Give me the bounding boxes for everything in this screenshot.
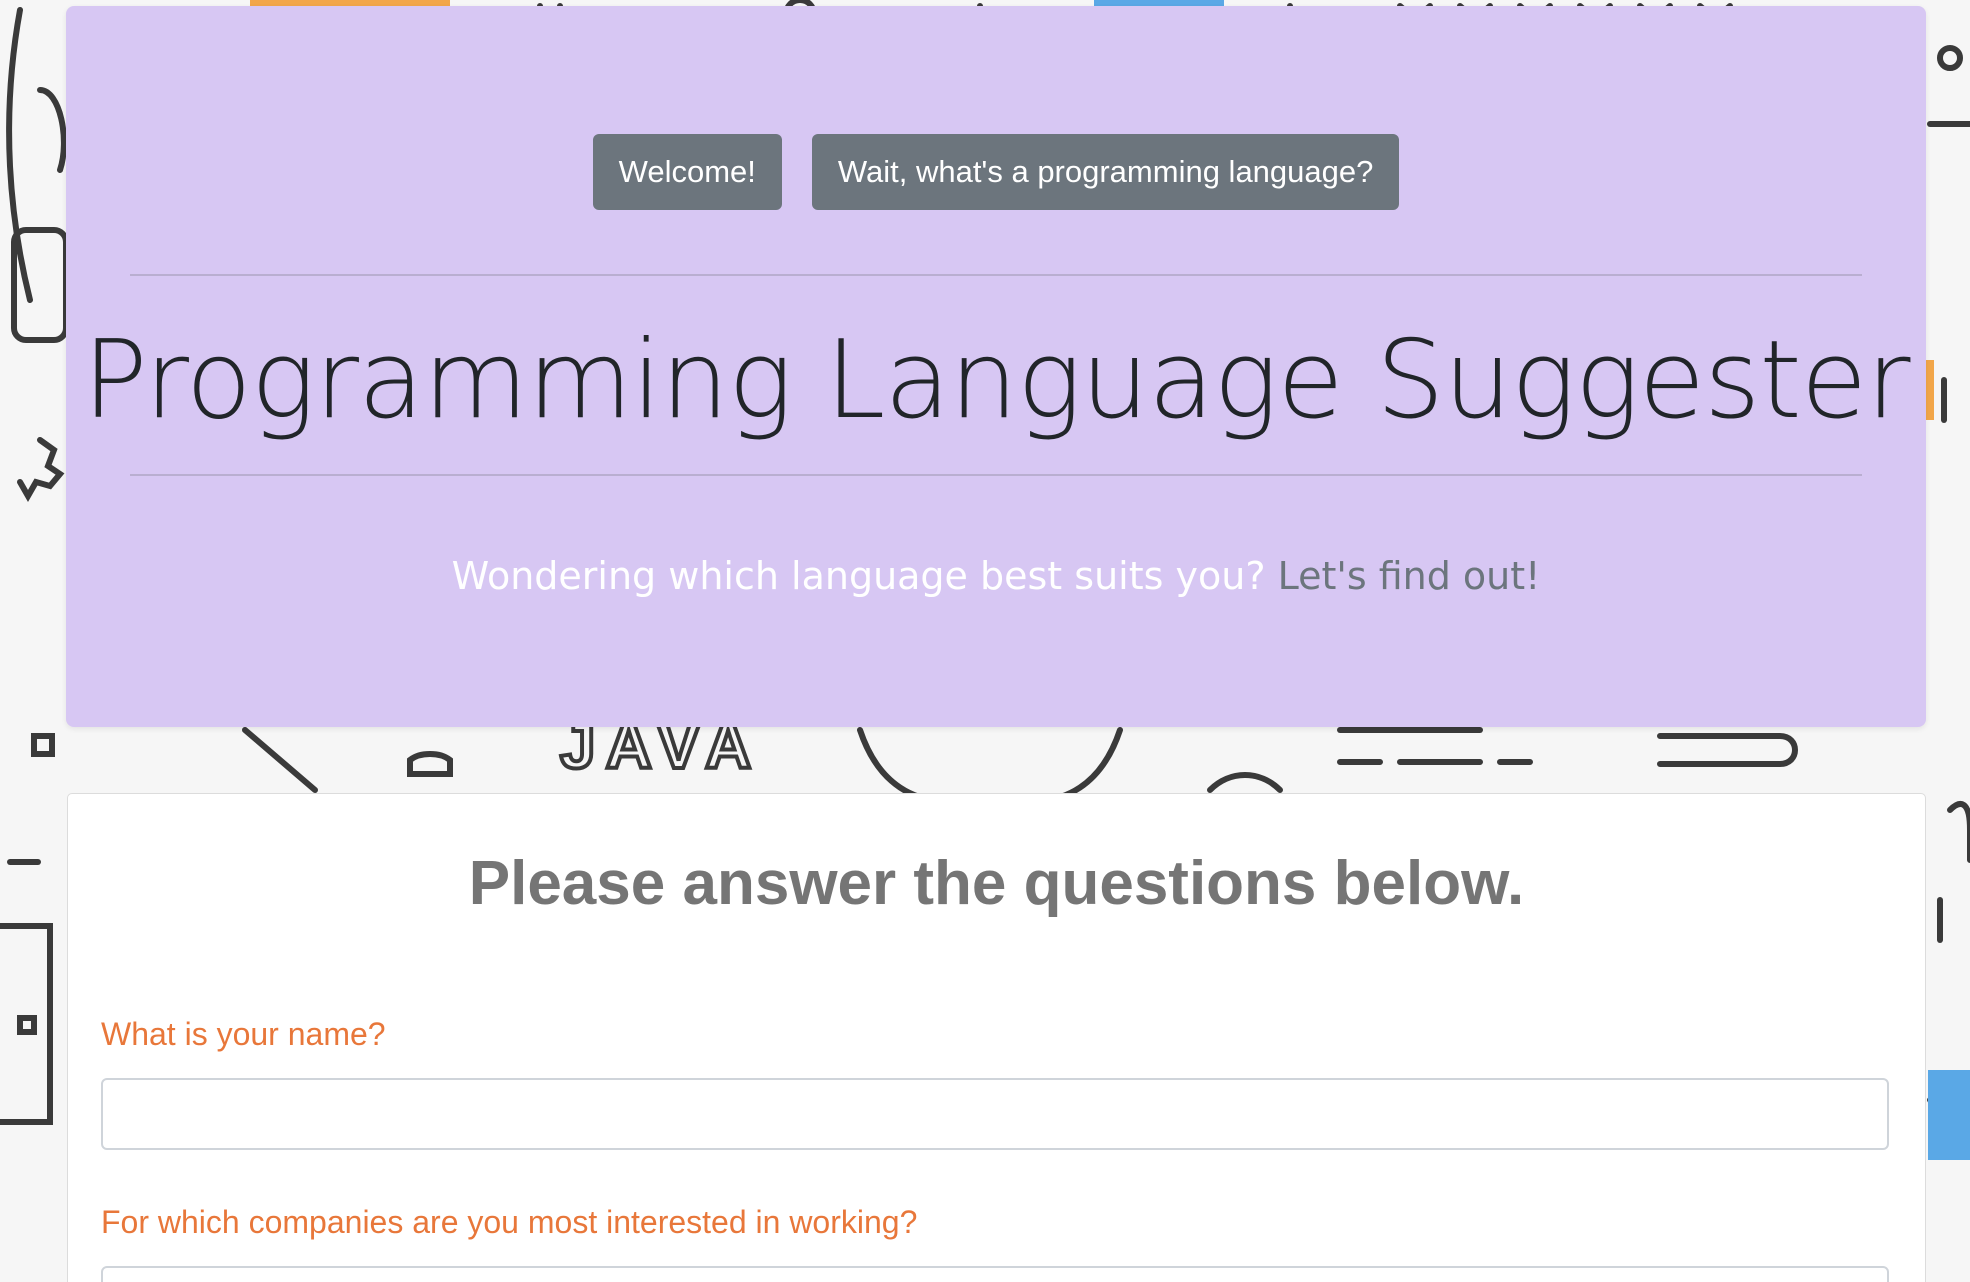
divider-top [130,274,1862,276]
name-question-label: What is your name? [101,1016,386,1052]
divider-bottom [130,474,1862,476]
page-title: Programming Language Suggester [82,318,1910,443]
hero-lead: Wondering which language best suits you?… [66,546,1926,606]
welcome-button[interactable]: Welcome! [592,134,782,210]
hero-button-row: Welcome! Wait, what's a programming lang… [66,134,1926,210]
questions-card: Please answer the questions below. What … [67,793,1926,1282]
what-is-programming-language-button[interactable]: Wait, what's a programming language? [811,134,1400,210]
name-input[interactable] [101,1078,1889,1150]
companies-question-label: For which companies are you most interes… [101,1204,918,1240]
hero-lead-text: Wondering which language best suits you? [451,554,1266,598]
questions-heading: Please answer the questions below. [468,849,1525,918]
companies-input[interactable] [101,1266,1889,1282]
lets-find-out-link[interactable]: Let's find out! [1278,554,1541,598]
hero-jumbotron: Welcome! Wait, what's a programming lang… [66,6,1926,727]
